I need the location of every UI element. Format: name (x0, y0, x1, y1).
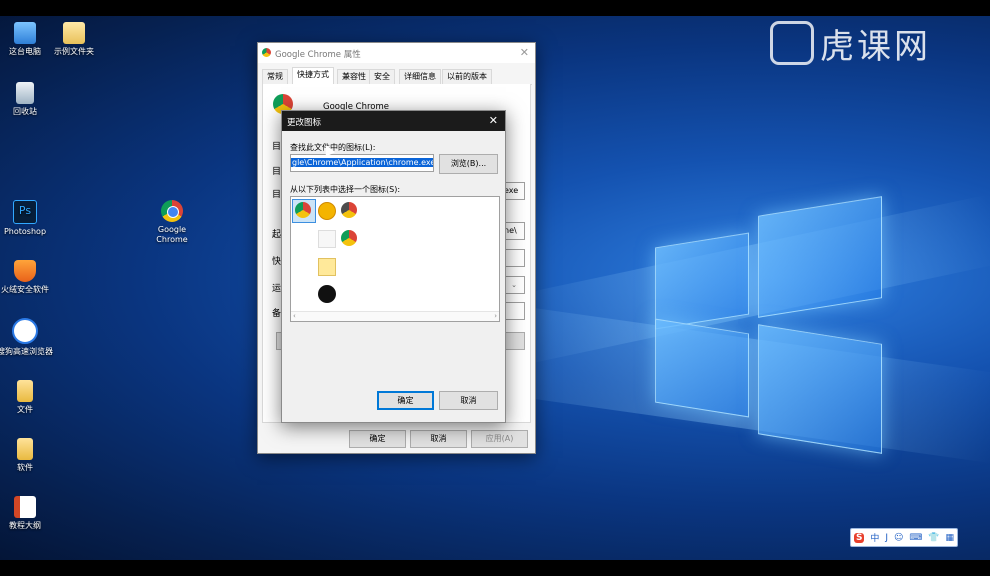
powerpoint-icon (14, 496, 36, 518)
desktop-icon-software-folder[interactable]: 软件 (0, 438, 55, 473)
dialog-close-icon[interactable]: ✕ (489, 114, 498, 127)
desktop-icon-google-chrome[interactable]: Google Chrome (142, 200, 202, 245)
emoji-icon[interactable]: ☺ (894, 533, 903, 543)
properties-apply-button[interactable]: 应用(A) (471, 430, 528, 448)
icon-file-path-input[interactable]: gle\Chrome\Application\chrome.exe (290, 154, 434, 172)
half-width-icon[interactable]: J (885, 533, 888, 543)
chinese-mode-icon[interactable]: 中 (870, 531, 879, 544)
sogou-ime-icon[interactable]: S (853, 532, 865, 543)
chrome-yellow-icon-option[interactable] (318, 202, 336, 220)
folder-icon (17, 438, 33, 460)
sogou-browser-icon (12, 318, 38, 344)
recycle-bin-icon (16, 82, 34, 104)
dialog-title: 更改图标 (287, 118, 322, 128)
photoshop-icon: Ps (13, 200, 37, 224)
desktop: 虎课网 这台电脑 示例文件夹 回收站 Ps Photoshop Google C… (0, 16, 990, 560)
desktop-icon-recycle-bin[interactable]: 回收站 (0, 82, 55, 117)
flame-shield-icon (14, 260, 36, 282)
shortcut-key-field[interactable] (503, 249, 525, 267)
tab-shortcut[interactable]: 快捷方式 (292, 67, 334, 84)
tiger-logo-icon (770, 21, 814, 65)
document-folder-icon (63, 22, 85, 44)
desktop-icon-files-folder[interactable]: 文件 (0, 380, 55, 415)
windows-logo-pane-bl (655, 318, 749, 418)
watermark-logo: 虎课网 (770, 20, 931, 67)
desktop-icon-huorong[interactable]: 火绒安全软件 (0, 260, 55, 295)
tab-details[interactable]: 详细信息 (399, 69, 441, 84)
close-icon[interactable]: ✕ (520, 46, 529, 59)
computer-icon (14, 22, 36, 44)
icon-list[interactable]: ‹ › (290, 196, 500, 322)
chrome-icon (161, 200, 183, 222)
start-in-field[interactable]: ne\ (503, 222, 525, 240)
properties-title: Google Chrome 属性 (275, 50, 361, 60)
tab-general[interactable]: 常规 (262, 69, 288, 84)
scroll-right-icon[interactable]: › (494, 312, 497, 321)
keyboard-icon[interactable]: ⌨ (909, 533, 922, 543)
windows-logo-pane-tr (758, 196, 882, 318)
scroll-left-icon[interactable]: ‹ (293, 312, 296, 321)
tab-previous-versions[interactable]: 以前的版本 (442, 69, 492, 84)
windows-logo-pane-tl (655, 232, 749, 330)
incognito-icon-option[interactable] (318, 285, 336, 303)
windows-logo-pane-br (758, 324, 882, 454)
dialog-cancel-button[interactable]: 取消 (439, 391, 498, 410)
apps-yellow-grid-icon-option[interactable] (318, 258, 336, 276)
properties-ok-button[interactable]: 确定 (349, 430, 406, 448)
apps-grid-icon-option[interactable] (318, 230, 336, 248)
horizontal-scrollbar[interactable]: ‹ › (291, 311, 499, 321)
run-select[interactable]: ⌄ (503, 276, 525, 294)
watermark-text: 虎课网 (820, 26, 931, 67)
chrome-alt-icon-option[interactable] (341, 230, 357, 246)
properties-tabs: 常规 快捷方式 兼容性 安全 详细信息 以前的版本 (262, 67, 532, 85)
chrome-icon-option[interactable] (295, 202, 311, 218)
skin-icon[interactable]: 👕 (928, 533, 939, 543)
dialog-titlebar: 更改图标 ✕ (282, 111, 505, 131)
change-icon-dialog: 更改图标 ✕ 查找此文件中的图标(L): gle\Chrome\Applicat… (281, 110, 506, 423)
chrome-small-icon (262, 48, 271, 57)
toolbox-icon[interactable]: ▦ (945, 533, 954, 543)
tab-compatibility[interactable]: 兼容性 (337, 69, 371, 84)
icon-list-label: 从以下列表中选择一个图标(S): (290, 185, 401, 194)
folder-icon (17, 380, 33, 402)
properties-cancel-button[interactable]: 取消 (410, 430, 467, 448)
comment-field[interactable] (503, 302, 525, 320)
browse-button[interactable]: 浏览(B)... (439, 154, 498, 174)
dialog-ok-button[interactable]: 确定 (377, 391, 434, 410)
desktop-icon-photoshop[interactable]: Ps Photoshop (0, 200, 55, 237)
target-field[interactable]: exe (503, 182, 525, 200)
chrome-canary-icon-option[interactable] (341, 202, 357, 218)
ime-toolbar: S 中 J ☺ ⌨ 👕 ▦ (850, 528, 958, 547)
advanced-small-button[interactable] (503, 332, 525, 350)
desktop-icon-sogou-browser[interactable]: 搜狗高速浏览器 (0, 318, 55, 357)
tab-security[interactable]: 安全 (369, 69, 395, 84)
desktop-icon-sample-folder[interactable]: 示例文件夹 (44, 22, 104, 57)
properties-titlebar: Google Chrome 属性 ✕ (258, 43, 535, 63)
desktop-icon-lesson-outline[interactable]: 教程大纲 (0, 496, 55, 531)
